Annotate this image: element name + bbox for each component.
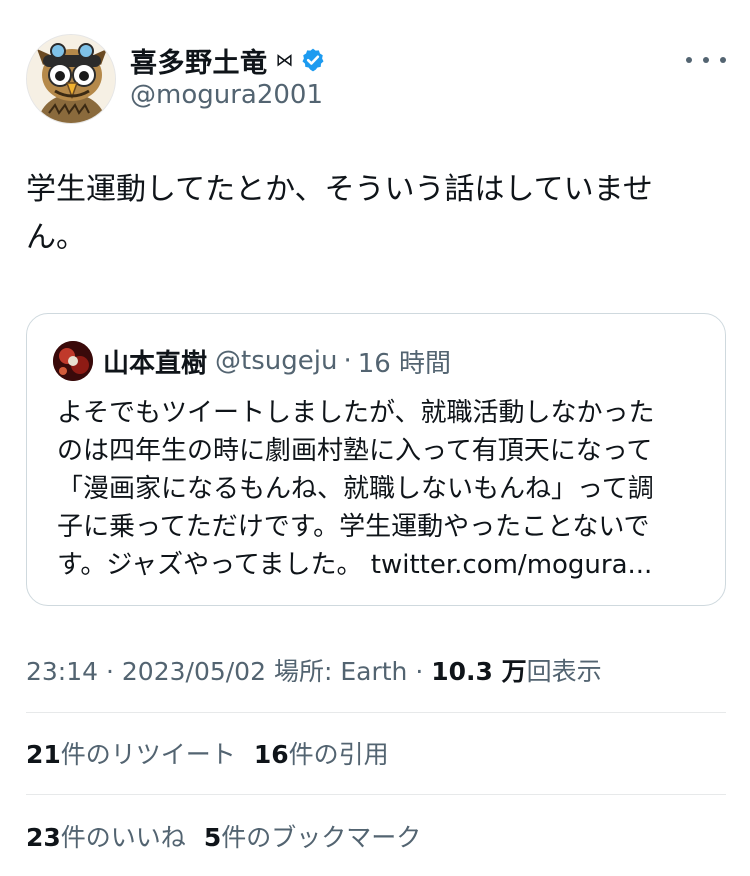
separator-dot: · bbox=[415, 657, 424, 686]
tweet-text: 学生運動してたとか、そういう話はしていませ ん。 bbox=[26, 166, 716, 262]
bookmarks-label: 件のブックマーク bbox=[221, 823, 422, 852]
quoted-tweet-text: よそでもツイートしましたが、就職活動しなかった のは四年生の時に劇画村塾に入って… bbox=[57, 394, 707, 584]
bookmarks-count: 5 bbox=[203, 823, 222, 852]
quoted-author-avatar bbox=[53, 341, 93, 381]
quotes-link[interactable]: 16件の引用 bbox=[254, 740, 389, 769]
bookmarks-link[interactable]: 5件のブックマーク bbox=[204, 823, 421, 852]
retweets-link[interactable]: 21件のリツイート bbox=[26, 740, 236, 769]
likes-count: 23 bbox=[26, 823, 61, 852]
quoted-text-line: 「漫画家になるもんね、就職しないもんね」って調 bbox=[57, 474, 654, 504]
owl-avatar-icon bbox=[27, 35, 115, 123]
author-avatar[interactable] bbox=[26, 34, 116, 124]
tweet-date[interactable]: 2023/05/02 bbox=[122, 657, 266, 686]
likes-label: 件のいいね bbox=[60, 823, 186, 852]
author-name-row: 喜多野土竜 ⋈ bbox=[130, 41, 326, 80]
more-options-icon[interactable] bbox=[686, 48, 726, 72]
quoted-avatar-icon bbox=[53, 341, 93, 381]
quoted-tweet-header: 山本直樹 @tsugeju · 16 時間 bbox=[53, 340, 451, 382]
quotes-count: 16 bbox=[253, 740, 289, 769]
divider bbox=[26, 794, 726, 795]
views-count: 10.3 万 bbox=[431, 657, 527, 686]
separator-dot: · bbox=[343, 346, 352, 376]
retweets-count: 21 bbox=[26, 740, 61, 769]
tweet-location: 場所: Earth bbox=[273, 657, 408, 686]
retweets-label: 件のリツイート bbox=[60, 740, 236, 769]
retweet-quote-stats: 21件のリツイート 16件の引用 bbox=[26, 735, 389, 771]
quotes-label: 件の引用 bbox=[288, 740, 389, 769]
quoted-text-line: す。ジャズやってました。 twitter.com/mogura... bbox=[57, 550, 653, 580]
tweet-text-line: 学生運動してたとか、そういう話はしていませ bbox=[26, 172, 653, 207]
like-bookmark-stats: 23件のいいね 5件のブックマーク bbox=[26, 818, 421, 854]
tweet-meta: 23:14 · 2023/05/02 場所: Earth · 10.3 万回表示 bbox=[26, 652, 602, 688]
quoted-text-line: のは四年生の時に劇画村塾に入って有頂天になって bbox=[57, 436, 653, 466]
bowtie-icon: ⋈ bbox=[275, 49, 294, 71]
views-label: 回表示 bbox=[526, 657, 602, 686]
tweet-time[interactable]: 23:14 bbox=[26, 657, 98, 686]
quoted-author-name: 山本直樹 bbox=[103, 348, 208, 379]
quoted-author-handle: @tsugeju bbox=[215, 346, 338, 376]
separator-dot: · bbox=[106, 657, 114, 686]
quoted-tweet-time: 16 時間 bbox=[357, 348, 452, 379]
likes-link[interactable]: 23件のいいね bbox=[26, 823, 186, 852]
tweet-header: 喜多野土竜 ⋈ @mogura2001 bbox=[26, 34, 726, 126]
author-display-name[interactable]: 喜多野土竜 bbox=[130, 41, 268, 80]
verified-badge-icon bbox=[301, 48, 324, 72]
author-handle[interactable]: @mogura2001 bbox=[130, 80, 323, 110]
quoted-tweet-card[interactable]: 山本直樹 @tsugeju · 16 時間 よそでもツイートしましたが、就職活動… bbox=[26, 313, 726, 606]
tweet-text-line: ん。 bbox=[26, 220, 86, 255]
quoted-text-line: 子に乗ってただけです。学生運動やったことないで bbox=[57, 512, 650, 542]
divider bbox=[26, 712, 726, 713]
quoted-text-line: よそでもツイートしましたが、就職活動しなかった bbox=[57, 398, 655, 428]
